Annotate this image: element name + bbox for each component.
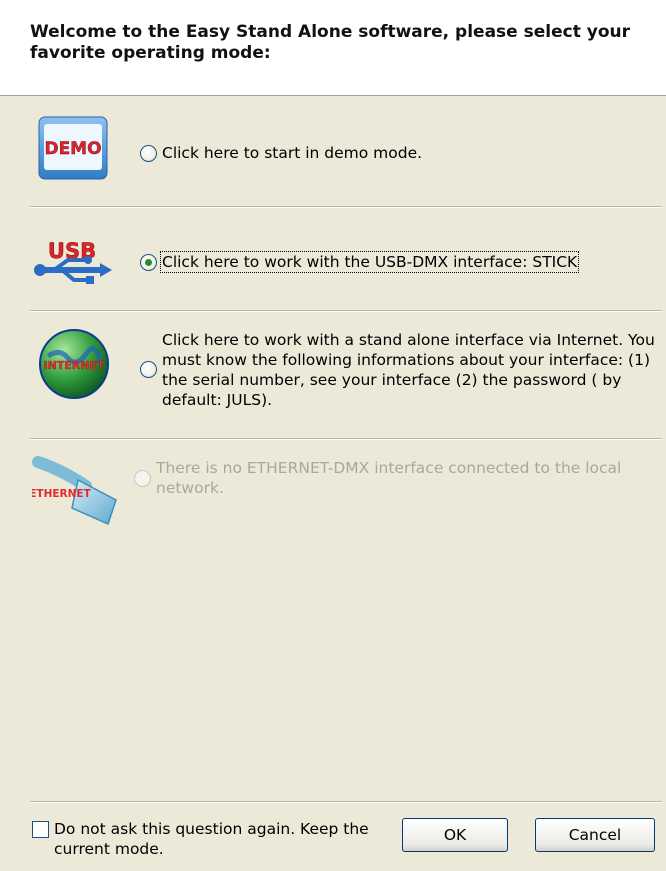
internet-mode-label[interactable]: Click here to work with a stand alone in… [162,330,662,410]
option-demo[interactable]: DEMO Click here to start in demo mode. [24,108,662,200]
ethernet-cable-icon: ETHERNET [29,452,132,532]
internet-globe-icon: INTERNET [38,328,110,404]
usb-mode-radio[interactable] [140,254,157,271]
demo-mode-label[interactable]: Click here to start in demo mode. [162,143,662,163]
usb-mode-label[interactable]: Click here to work with the USB-DMX inte… [159,251,580,273]
separator [30,438,662,440]
ethernet-mode-label: There is no ETHERNET-DMX interface conne… [156,459,622,497]
cancel-button[interactable]: Cancel [535,818,655,852]
separator [30,310,662,312]
demo-mode-radio[interactable] [140,145,157,162]
option-usb[interactable]: USB Click here to work with the USB-DMX … [24,220,662,306]
footer-separator [30,801,662,803]
header-title: Welcome to the Easy Stand Alone software… [30,22,630,63]
internet-icon-label: INTERNET [43,359,105,372]
option-internet[interactable]: INTERNET Click here to work with a stand… [24,322,662,434]
demo-icon: DEMO [38,116,108,184]
demo-icon-label: DEMO [44,139,101,159]
option-ethernet: ETHERNET There is no ETHERNET-DMX interf… [24,450,662,530]
usb-mode-label-wrap[interactable]: Click here to work with the USB-DMX inte… [159,251,662,273]
ok-button[interactable]: OK [402,818,508,852]
ethernet-mode-radio [134,470,151,487]
separator [30,206,662,208]
internet-mode-radio[interactable] [140,361,157,378]
usb-icon: USB [34,234,114,294]
ethernet-icon-label: ETHERNET [32,488,92,500]
dont-ask-label[interactable]: Do not ask this question again. Keep the… [54,819,384,859]
dialog-header: Welcome to the Easy Stand Alone software… [0,0,666,96]
dont-ask-checkbox[interactable] [32,821,49,838]
